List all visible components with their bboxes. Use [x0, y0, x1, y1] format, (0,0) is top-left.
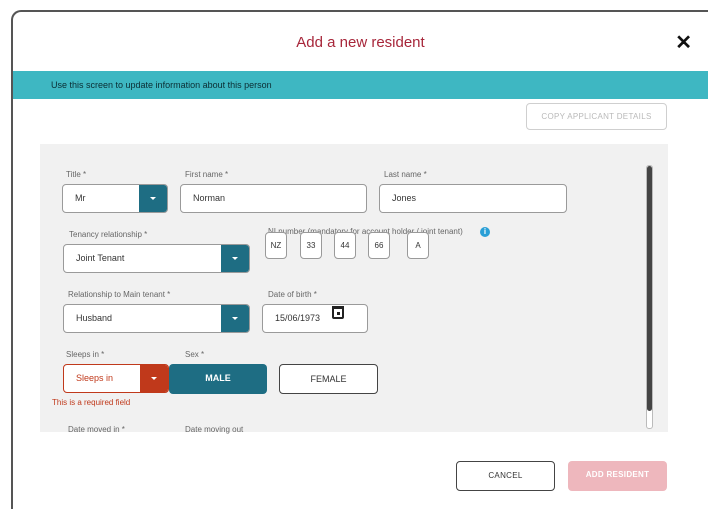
info-banner: Use this screen to update information ab… — [13, 71, 708, 99]
dob-field[interactable]: 15/06/1973 — [262, 304, 368, 333]
chevron-down-icon[interactable] — [221, 305, 249, 332]
sex-label: Sex * — [185, 350, 205, 359]
info-icon[interactable]: i — [480, 227, 490, 237]
sleeps-in-error: This is a required field — [52, 398, 131, 407]
title-label: Title * — [66, 170, 87, 179]
cancel-button[interactable]: CANCEL — [456, 461, 555, 491]
scrollbar-thumb[interactable] — [647, 166, 652, 411]
ni-part-2[interactable]: 33 — [300, 232, 322, 259]
tenancy-relationship-value: Joint Tenant — [76, 253, 125, 263]
chevron-down-icon[interactable] — [221, 245, 249, 272]
ni-number-label: NI number (mandatory for account holder … — [268, 227, 463, 236]
copy-applicant-details-button[interactable]: COPY APPLICANT DETAILS — [526, 103, 667, 130]
last-name-label: Last name * — [384, 170, 427, 179]
sleeps-in-select[interactable]: Sleeps in — [63, 364, 169, 393]
last-name-field[interactable]: Jones — [379, 184, 567, 213]
chevron-down-icon[interactable] — [139, 185, 167, 212]
sleeps-in-value: Sleeps in — [76, 373, 114, 383]
date-moving-out-label: Date moving out — [185, 425, 244, 434]
sleeps-in-label: Sleeps in * — [66, 350, 105, 359]
relationship-to-main-select[interactable]: Husband — [63, 304, 250, 333]
ni-part-3[interactable]: 44 — [334, 232, 356, 259]
calendar-icon[interactable] — [332, 306, 344, 319]
chevron-down-icon[interactable] — [140, 365, 168, 392]
sex-male-button[interactable]: MALE — [169, 364, 267, 394]
ni-part-1[interactable]: NZ — [265, 232, 287, 259]
close-icon[interactable]: ✕ — [675, 30, 692, 55]
ni-part-5[interactable]: A — [407, 232, 429, 259]
relationship-to-main-value: Husband — [76, 313, 113, 323]
ni-part-4[interactable]: 66 — [368, 232, 390, 259]
form-scrollbar[interactable] — [646, 165, 653, 429]
sex-female-button[interactable]: FEMALE — [279, 364, 378, 394]
dob-label: Date of birth * — [268, 290, 317, 299]
date-moved-in-label: Date moved in * — [68, 425, 125, 434]
title-value: Mr — [75, 193, 86, 203]
add-resident-button[interactable]: ADD RESIDENT — [568, 461, 667, 491]
tenancy-relationship-label: Tenancy relationship * — [69, 230, 148, 239]
title-select[interactable]: Mr — [62, 184, 168, 213]
relationship-to-main-label: Relationship to Main tenant * — [68, 290, 171, 299]
tenancy-relationship-select[interactable]: Joint Tenant — [63, 244, 250, 273]
first-name-field[interactable]: Norman — [180, 184, 367, 213]
first-name-label: First name * — [185, 170, 229, 179]
dialog-title: Add a new resident — [296, 34, 425, 51]
banner-text: Use this screen to update information ab… — [51, 80, 272, 90]
